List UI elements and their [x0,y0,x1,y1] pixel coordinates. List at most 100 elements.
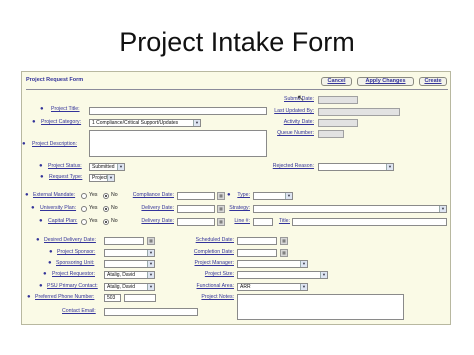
compliance-date-input[interactable] [177,192,215,200]
project-notes-textarea[interactable] [237,294,404,320]
desired-delivery-date-input[interactable] [104,237,144,245]
form-title: Project Request Form [26,77,84,83]
compliance-date-label: Compliance Date: [132,192,174,198]
required-bullet-icon: ● [27,294,31,300]
phone-area-code-input[interactable]: 503 [104,294,121,302]
strategy-select[interactable]: ▼ [253,205,447,213]
university-plan-yes-radio[interactable] [81,206,87,212]
preferred-phone-label: Preferred Phone Number: [35,294,95,300]
required-bullet-icon: ● [40,106,44,112]
university-plan-label: University Plan: [40,205,77,211]
line-number-label: Line #: [234,218,250,224]
project-notes-label: Project Notes: [201,294,234,300]
capital-plan-no-radio[interactable] [103,219,109,225]
apply-changes-button[interactable]: Apply Changes [357,77,414,86]
radio-yes-label: Yes [89,218,98,224]
request-type-value: Project [92,175,108,181]
required-bullet-icon: ● [32,119,36,125]
required-bullet-icon: ● [43,271,47,277]
radio-no-label: No [111,218,118,224]
type-select[interactable]: ▼ [253,192,293,200]
university-plan-no-radio[interactable] [103,206,109,212]
create-button[interactable]: Create [419,77,447,86]
line-number-input[interactable] [253,218,273,226]
project-requestor-select[interactable]: Atalig, David ▼ [104,271,155,279]
project-description-textarea[interactable] [89,130,267,157]
strategy-label: Strategy: [229,205,250,211]
project-sponsor-select[interactable]: ▼ [104,249,155,257]
radio-no-label: No [111,192,118,198]
scheduled-date-label: Scheduled Date: [195,237,234,243]
title-label: Title: [278,218,290,224]
last-updated-by-field [318,108,400,116]
project-status-select[interactable]: Submitted ▼ [89,163,125,171]
capital-plan-yes-radio[interactable] [81,219,87,225]
calendar-icon[interactable]: ▦ [217,192,225,200]
rejected-reason-label: Rejected Reason: [272,163,314,169]
chevron-down-icon: ▼ [147,272,154,278]
request-type-select[interactable]: Project ▼ [89,174,115,182]
university-delivery-date-label: Delivery Date: [141,205,174,211]
sponsoring-unit-label: Sponsoring Unit: [56,260,95,266]
contact-email-label: Contact Email: [62,308,96,314]
calendar-icon[interactable]: ▦ [280,237,288,245]
chevron-down-icon: ▼ [147,261,154,267]
slide-title: Project Intake Form [119,27,355,57]
university-delivery-date-input[interactable] [177,205,215,213]
project-sponsor-label: Project Sponsor: [57,249,96,255]
project-manager-label: Project Manager: [194,260,234,266]
scheduled-date-input[interactable] [237,237,277,245]
mouse-pointer-icon: ↖ [297,93,305,103]
project-manager-select[interactable]: ▼ [237,260,308,268]
external-mandate-yes-radio[interactable] [81,193,87,199]
functional-area-select[interactable]: ARR ▼ [237,283,308,291]
last-updated-by-label: Last Updated By: [274,108,314,114]
project-description-label: Project Description: [32,141,77,147]
radio-yes-label: Yes [89,205,98,211]
required-bullet-icon: ● [36,237,40,243]
project-title-label: Project Title: [51,106,80,112]
chevron-down-icon: ▼ [300,261,307,267]
psu-primary-contact-value: Atalig, David [107,284,136,290]
desired-delivery-date-label: Desired Delivery Date: [44,237,96,243]
submit-date-label: Submit Date: [284,96,314,102]
functional-area-value: ARR [240,284,251,290]
calendar-icon[interactable]: ▦ [147,237,155,245]
project-request-form: Project Request Form Cancel Apply Change… [21,71,451,325]
required-bullet-icon: ● [39,163,43,169]
cancel-button[interactable]: Cancel [321,77,352,86]
required-bullet-icon: ● [49,249,53,255]
chevron-down-icon: ▼ [147,250,154,256]
chevron-down-icon: ▼ [320,272,327,278]
chevron-down-icon: ▼ [147,284,154,290]
project-category-value: 1 Compliance/Critical Support/Updates [92,120,179,126]
project-title-input[interactable] [89,107,267,115]
rejected-reason-select[interactable]: ▼ [318,163,394,171]
capital-delivery-date-label: Delivery Date: [141,218,174,224]
activity-date-label: Activity Date: [283,119,314,125]
sponsoring-unit-select[interactable]: ▼ [104,260,155,268]
project-category-select[interactable]: 1 Compliance/Critical Support/Updates ▼ [89,119,201,127]
radio-yes-label: Yes [89,192,98,198]
calendar-icon[interactable]: ▦ [217,218,225,226]
capital-title-input[interactable] [292,218,447,226]
radio-no-label: No [111,205,118,211]
contact-email-input[interactable] [104,308,198,316]
project-size-select[interactable]: ▼ [237,271,328,279]
required-bullet-icon: ● [31,205,35,211]
project-size-label: Project Size: [204,271,234,277]
calendar-icon[interactable]: ▦ [280,249,288,257]
capital-plan-label: Capital Plan: [48,218,78,224]
project-status-label: Project Status: [48,163,82,169]
completion-date-input[interactable] [237,249,277,257]
type-label: Type: [237,192,250,198]
capital-delivery-date-input[interactable] [177,218,215,226]
project-category-label: Project Category: [41,119,82,125]
chevron-down-icon: ▼ [300,284,307,290]
chevron-down-icon: ▼ [117,164,124,170]
psu-primary-contact-select[interactable]: Atalig, David ▼ [104,283,155,291]
queue-number-label: Queue Number: [277,130,314,136]
external-mandate-no-radio[interactable] [103,193,109,199]
phone-number-input[interactable] [124,294,156,302]
functional-area-label: Functional Area: [196,283,235,289]
